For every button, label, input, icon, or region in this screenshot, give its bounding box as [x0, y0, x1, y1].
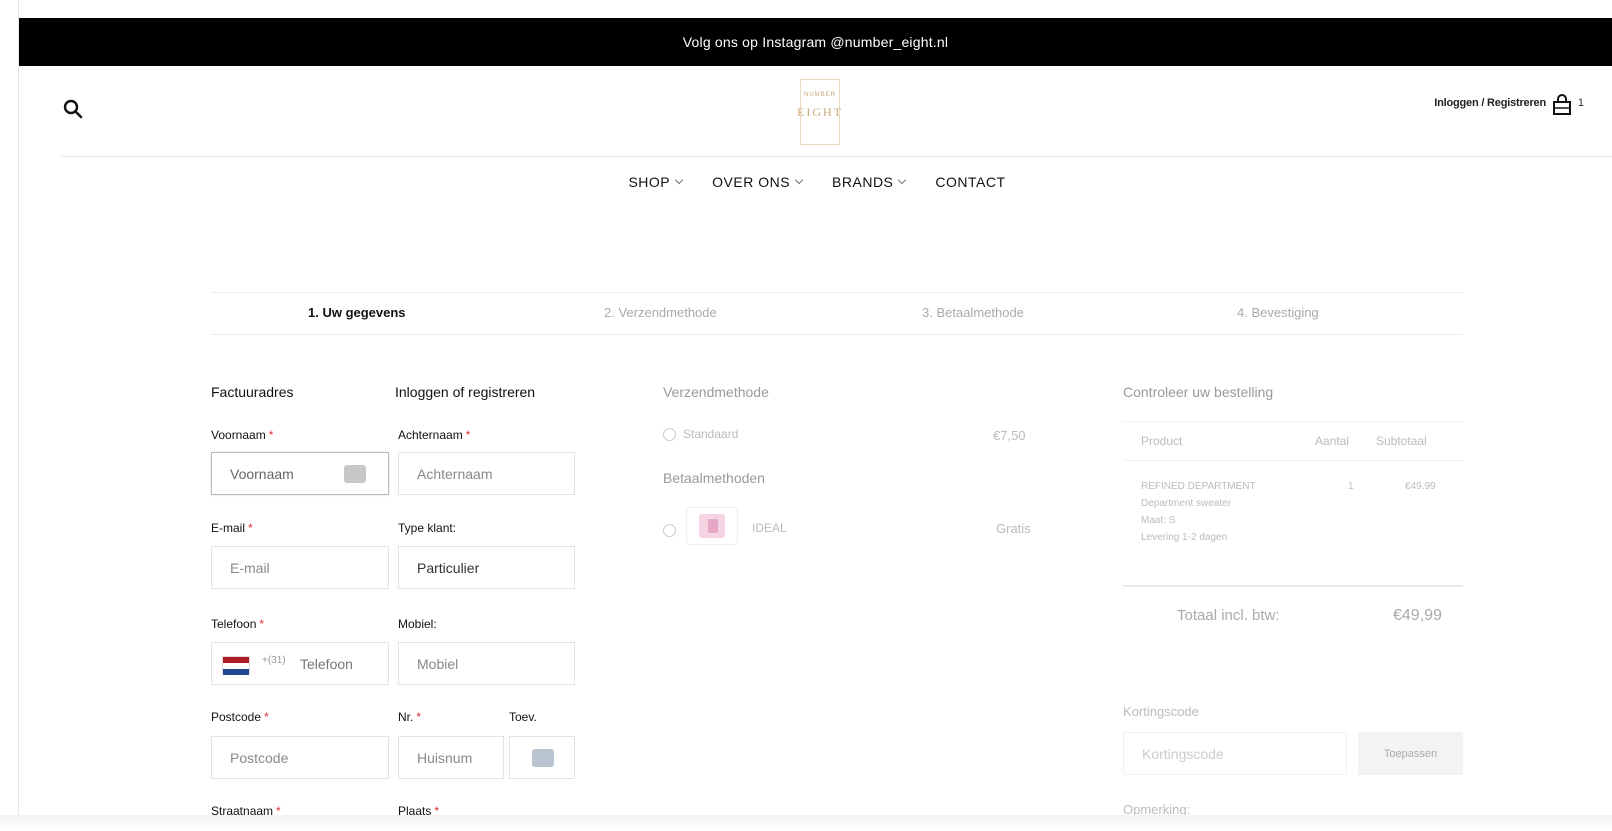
- netherlands-flag-icon[interactable]: [222, 656, 250, 675]
- coupon-label: Kortingscode: [1123, 704, 1199, 719]
- window-frame-top: [0, 0, 1612, 18]
- nav-item-shop[interactable]: SHOP: [628, 172, 684, 192]
- house-number-label: Nr. *: [398, 710, 422, 724]
- coupon-field[interactable]: Kortingscode: [1123, 732, 1347, 775]
- payment-option-price: Gratis: [996, 521, 1031, 536]
- autofill-icon[interactable]: [532, 749, 554, 767]
- col-product: Product: [1141, 434, 1183, 448]
- logo-text: EIGHT: [797, 104, 843, 119]
- postcode-label: Postcode *: [211, 710, 269, 724]
- order-divider: [1123, 585, 1463, 587]
- order-summary-title: Controleer uw bestelling: [1123, 384, 1274, 400]
- last-name-field[interactable]: Achternaam: [398, 452, 575, 495]
- chevron-down-icon: [898, 175, 907, 185]
- last-name-label: Achternaam *: [398, 428, 471, 442]
- house-number-placeholder: Huisnum: [417, 749, 473, 766]
- phone-country-code: +(31): [262, 655, 286, 666]
- item-name: Department sweater: [1141, 498, 1232, 509]
- item-quantity: 1: [1348, 481, 1354, 492]
- total-value: €49,99: [1393, 607, 1442, 624]
- payment-radio[interactable]: [663, 524, 676, 537]
- phone-field[interactable]: +(31) Telefoon: [211, 642, 389, 685]
- total-label: Totaal incl. btw:: [1177, 607, 1280, 624]
- postcode-placeholder: Postcode: [230, 749, 289, 766]
- announcement-text[interactable]: Volg ons op Instagram @number_eight.nl: [683, 34, 948, 50]
- step-bevestiging[interactable]: 4. Bevestiging: [1237, 305, 1319, 320]
- nav-label: CONTACT: [935, 174, 1006, 190]
- postcode-field[interactable]: Postcode: [211, 736, 389, 779]
- ideal-mark: [699, 514, 725, 538]
- payment-methods-title: Betaalmethoden: [663, 470, 765, 486]
- nav-label: SHOP: [628, 174, 671, 190]
- shipping-option-price: €7,50: [993, 428, 1026, 443]
- email-placeholder: E-mail: [230, 559, 270, 576]
- window-frame-left: [0, 0, 19, 831]
- item-size: Maat: S: [1141, 515, 1176, 526]
- phone-placeholder: Telefoon: [300, 656, 353, 672]
- step-verzendmethode[interactable]: 2. Verzendmethode: [604, 305, 717, 320]
- billing-title: Factuuradres: [211, 384, 294, 400]
- client-type-label: Type klant:: [398, 521, 457, 535]
- item-brand: REFINED DEPARTMENT: [1141, 481, 1256, 492]
- shipping-option-label[interactable]: Standaard: [683, 427, 738, 441]
- shopping-bag-icon[interactable]: [1552, 94, 1572, 116]
- step-betaalmethode[interactable]: 3. Betaalmethode: [922, 305, 1024, 320]
- suffix-label: Toev.: [509, 710, 537, 724]
- order-table-header: Product Aantal Subtotaal: [1123, 421, 1463, 461]
- nav-label: OVER ONS: [712, 174, 791, 190]
- announcement-bar: Volg ons op Instagram @number_eight.nl: [19, 18, 1612, 66]
- autofill-icon[interactable]: [344, 465, 366, 483]
- search-icon[interactable]: [63, 99, 83, 119]
- chevron-down-icon: [674, 175, 684, 185]
- step-uw-gegevens[interactable]: 1. Uw gegevens: [308, 305, 406, 320]
- suffix-field[interactable]: [509, 736, 575, 779]
- payment-option-label[interactable]: IDEAL: [752, 521, 787, 535]
- shipping-radio[interactable]: [663, 428, 676, 441]
- chevron-down-icon: [794, 175, 804, 185]
- login-register-title[interactable]: Inloggen of registreren: [395, 384, 535, 400]
- coupon-placeholder: Kortingscode: [1142, 745, 1224, 762]
- mobile-placeholder: Mobiel: [417, 655, 459, 672]
- first-name-field[interactable]: Voornaam: [211, 452, 389, 495]
- first-name-placeholder: Voornaam: [230, 465, 294, 482]
- house-number-field[interactable]: Huisnum: [398, 736, 504, 779]
- client-type-value: Particulier: [417, 559, 480, 576]
- logo[interactable]: NUMBER EIGHT: [797, 79, 843, 145]
- email-field[interactable]: E-mail: [211, 546, 389, 589]
- cart-count: 1: [1577, 97, 1584, 109]
- apply-coupon-button[interactable]: Toepassen: [1358, 732, 1463, 775]
- item-price: €49,99: [1405, 481, 1436, 492]
- nav-item-contact[interactable]: CONTACT: [935, 172, 1005, 192]
- nav-label: BRANDS: [832, 174, 894, 190]
- nav-item-over-ons[interactable]: OVER ONS: [712, 172, 804, 192]
- logo-top-text: NUMBER: [803, 92, 836, 98]
- shipping-title: Verzendmethode: [663, 384, 769, 400]
- main-nav: SHOP OVER ONS BRANDS CONTACT: [0, 172, 1612, 192]
- ideal-logo-icon[interactable]: [686, 507, 738, 545]
- first-name-label: Voornaam *: [211, 428, 274, 442]
- window-frame-bottom: [0, 815, 1612, 831]
- checkout-steps: 1. Uw gegevens 2. Verzendmethode 3. Beta…: [211, 292, 1463, 335]
- site-header: NUMBER EIGHT Inloggen / Registreren 1: [19, 66, 1612, 156]
- col-quantity: Aantal: [1315, 434, 1350, 448]
- mobile-field[interactable]: Mobiel: [398, 642, 575, 685]
- col-subtotal: Subtotaal: [1376, 434, 1427, 448]
- last-name-placeholder: Achternaam: [417, 465, 493, 482]
- email-label: E-mail *: [211, 521, 253, 535]
- nav-item-brands[interactable]: BRANDS: [832, 172, 907, 192]
- client-type-select[interactable]: Particulier: [398, 546, 575, 589]
- item-delivery: Levering 1-2 dagen: [1141, 532, 1228, 543]
- phone-label: Telefoon *: [211, 617, 265, 631]
- header-divider: [61, 156, 1612, 157]
- mobile-label: Mobiel:: [398, 617, 437, 631]
- login-register-link[interactable]: Inloggen / Registreren: [1434, 97, 1546, 109]
